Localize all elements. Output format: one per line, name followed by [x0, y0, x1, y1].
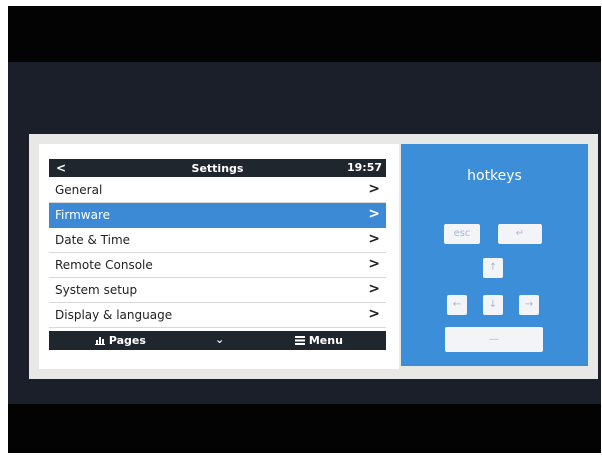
letterbox-bottom — [8, 404, 601, 453]
menu-item-label: System setup — [55, 283, 138, 297]
enter-key[interactable]: ↵ — [498, 224, 542, 244]
bottom-bar: Pages ⌄ Menu — [49, 331, 386, 350]
menu-item-label: Remote Console — [55, 258, 153, 272]
hamburger-icon — [295, 336, 305, 345]
arrow-left-key[interactable]: ← — [447, 295, 467, 315]
chevron-right-icon: > — [368, 281, 380, 297]
page-title: Settings — [191, 162, 244, 175]
menu-item-firmware[interactable]: Firmware > — [49, 203, 386, 228]
chevron-down-icon[interactable]: ⌄ — [215, 333, 224, 346]
menu-item-label: Display & language — [55, 308, 173, 322]
menu-item-label: Firmware — [55, 208, 110, 222]
menu-item-display-language[interactable]: Display & language > — [49, 303, 386, 328]
hotkeys-panel: hotkeys esc ↵ ↑ ← ↓ → — — [401, 144, 588, 366]
menu-item-label: General — [55, 183, 103, 197]
space-key[interactable]: — — [445, 327, 543, 352]
menu-item-label: Date & Time — [55, 233, 131, 247]
letterbox-top — [8, 6, 601, 62]
menu-item-system-setup[interactable]: System setup > — [49, 278, 386, 303]
pages-label: Pages — [108, 334, 146, 347]
settings-menu: General > Firmware > Date & Time > Remot… — [49, 178, 386, 328]
chevron-right-icon: > — [368, 181, 380, 197]
menu-item-date-time[interactable]: Date & Time > — [49, 228, 386, 253]
arrow-right-key[interactable]: → — [519, 295, 539, 315]
menu-item-general[interactable]: General > — [49, 178, 386, 203]
esc-key[interactable]: esc — [444, 224, 480, 244]
bar-chart-icon — [95, 337, 105, 345]
menu-button[interactable]: Menu — [295, 334, 343, 347]
clock: 19:57 — [346, 161, 382, 174]
menu-label: Menu — [308, 334, 343, 347]
title-bar: < Settings 19:57 — [49, 159, 386, 177]
hotkeys-title: hotkeys — [467, 168, 522, 184]
pages-button[interactable]: Pages — [95, 334, 146, 347]
arrow-down-key[interactable]: ↓ — [483, 295, 503, 315]
chevron-right-icon: > — [368, 231, 380, 247]
chevron-right-icon: > — [368, 306, 380, 322]
remote-console-panel: < Settings 19:57 General > Firmware > Da… — [29, 134, 598, 379]
chevron-right-icon: > — [368, 256, 380, 272]
arrow-up-key[interactable]: ↑ — [483, 258, 503, 278]
gx-gui: < Settings 19:57 General > Firmware > Da… — [49, 159, 386, 350]
video-frame: < Settings 19:57 General > Firmware > Da… — [8, 6, 601, 453]
chevron-right-icon: > — [368, 206, 380, 222]
menu-item-remote-console[interactable]: Remote Console > — [49, 253, 386, 278]
